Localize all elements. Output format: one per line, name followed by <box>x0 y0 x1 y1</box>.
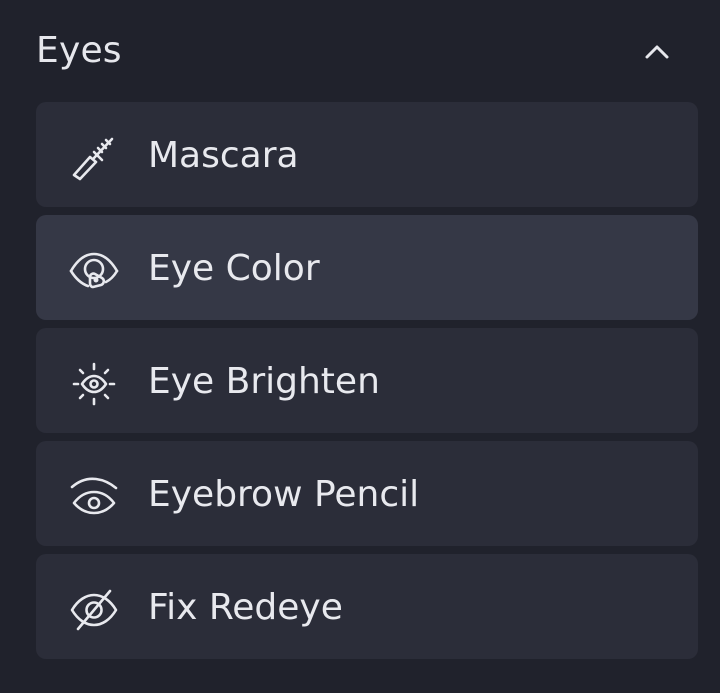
eyes-tool-list: Mascara Eye Color Eye Brighten Eyebrow P… <box>36 102 698 667</box>
eyes-section-header[interactable]: Eyes <box>0 0 720 102</box>
eye-sparkle-icon <box>68 360 120 408</box>
chevron-up-icon[interactable] <box>642 38 672 64</box>
eye-color-palette-icon <box>68 247 120 295</box>
mascara-brush-icon <box>68 134 120 182</box>
tool-item-label: Eye Brighten <box>148 361 380 402</box>
tool-item-eye-brighten[interactable]: Eye Brighten <box>36 328 698 433</box>
tool-item-eyebrow-pencil[interactable]: Eyebrow Pencil <box>36 441 698 546</box>
tool-item-label: Fix Redeye <box>148 587 343 628</box>
tool-item-label: Eyebrow Pencil <box>148 474 420 515</box>
eyes-panel: Eyes Mascara Eye Color Eye Brighten Eyeb… <box>0 0 720 693</box>
tool-item-fix-redeye[interactable]: Fix Redeye <box>36 554 698 659</box>
section-title: Eyes <box>36 30 122 71</box>
eyebrow-eye-icon <box>68 473 120 521</box>
tool-item-label: Mascara <box>148 135 299 176</box>
eye-slash-icon <box>68 586 120 634</box>
tool-item-eye-color[interactable]: Eye Color <box>36 215 698 320</box>
tool-item-mascara[interactable]: Mascara <box>36 102 698 207</box>
tool-item-label: Eye Color <box>148 248 320 289</box>
